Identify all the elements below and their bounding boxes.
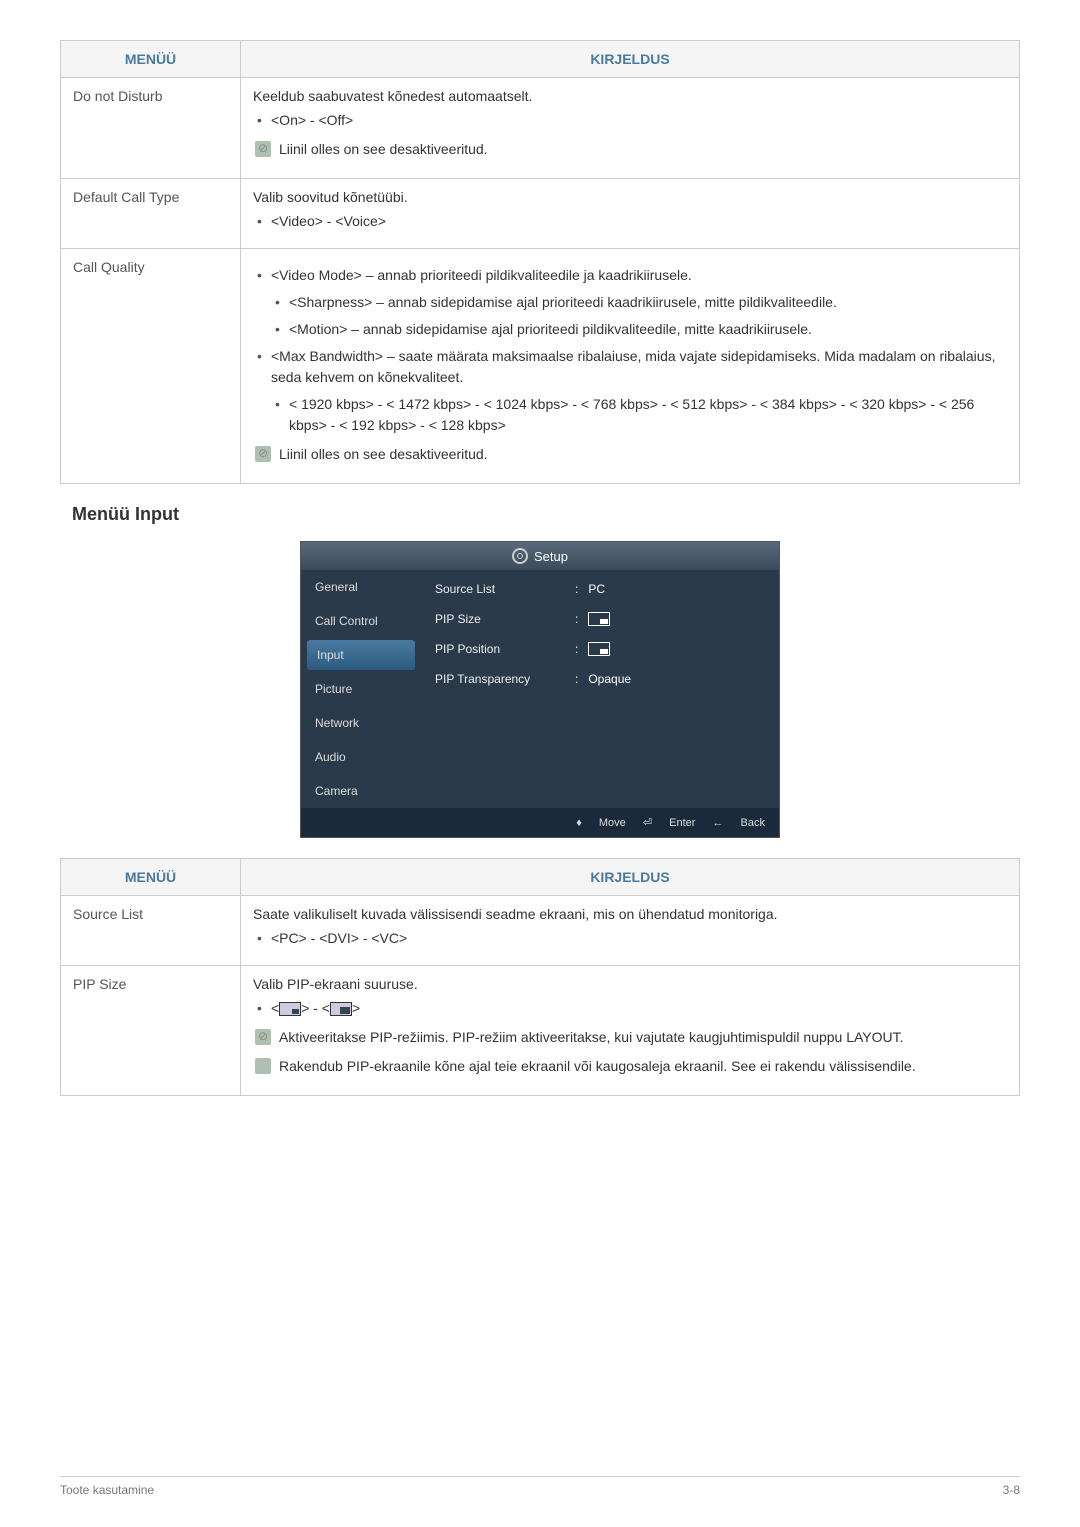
osd-nav: General Call Control Input Picture Netwo… [301, 570, 421, 808]
desc-cell: Valib PIP-ekraani suuruse. <> - <> ⊘Akti… [241, 966, 1020, 1096]
table-row: PIP Size Valib PIP-ekraani suuruse. <> -… [61, 966, 1020, 1096]
bullet-icons: <> - <> [253, 998, 1007, 1019]
pip-size-icon [588, 612, 610, 626]
gear-icon [512, 548, 528, 564]
desc-cell: Saate valikuliselt kuvada välissisendi s… [241, 896, 1020, 966]
osd-content: Source List PC PIP Size PIP Position PIP… [421, 570, 779, 808]
desc-text: Saate valikuliselt kuvada välissisendi s… [253, 906, 1007, 922]
osd-row[interactable]: PIP Position [421, 634, 779, 664]
menu-label: Call Quality [61, 249, 241, 484]
th-desc: KIRJELDUS [241, 859, 1020, 896]
pip-large-icon [330, 1002, 352, 1016]
desc-cell: Valib soovitud kõnetüübi. <Video> - <Voi… [241, 179, 1020, 249]
desc-cell: <Video Mode> – annab prioriteedi pildikv… [241, 249, 1020, 484]
note: ⊘Liinil olles on see desaktiveeritud. [253, 444, 1007, 465]
table-row: Call Quality <Video Mode> – annab priori… [61, 249, 1020, 484]
osd-nav-callcontrol[interactable]: Call Control [301, 604, 421, 638]
bullet: <Video> - <Voice> [253, 211, 1007, 232]
sub-bullet: < 1920 kbps> - < 1472 kbps> - < 1024 kbp… [271, 394, 1007, 436]
page-footer: Toote kasutamine 3-8 [60, 1476, 1020, 1497]
osd-row-label: PIP Position [435, 642, 575, 656]
menu-label: PIP Size [61, 966, 241, 1096]
desc-text: Valib soovitud kõnetüübi. [253, 189, 1007, 205]
bullet: <PC> - <DVI> - <VC> [253, 928, 1007, 949]
note-icon: ⊘ [258, 444, 268, 462]
note: ⊘Liinil olles on see desaktiveeritud. [253, 139, 1007, 160]
osd-row-value: Opaque [575, 672, 631, 686]
note-icon: ⊘ [258, 139, 268, 157]
osd-row-value: PC [575, 582, 605, 596]
osd-hint-enter: ⏎ Enter [643, 817, 696, 829]
osd-row[interactable]: PIP Transparency Opaque [421, 664, 779, 694]
osd-title-text: Setup [534, 549, 568, 564]
desc-text: Valib PIP-ekraani suuruse. [253, 976, 1007, 992]
osd-nav-input[interactable]: Input [307, 640, 415, 670]
section-heading: Menüü Input [72, 504, 1020, 525]
pip-small-icon [279, 1002, 301, 1016]
osd-title-bar: Setup [301, 542, 779, 570]
sub-bullet: <Motion> – annab sidepidamise ajal prior… [271, 319, 1007, 340]
th-menu: MENÜÜ [61, 41, 241, 78]
osd-nav-camera[interactable]: Camera [301, 774, 421, 808]
table-row: Default Call Type Valib soovitud kõnetüü… [61, 179, 1020, 249]
th-menu: MENÜÜ [61, 859, 241, 896]
pip-position-icon [588, 642, 610, 656]
table-row: Source List Saate valikuliselt kuvada vä… [61, 896, 1020, 966]
osd-nav-audio[interactable]: Audio [301, 740, 421, 774]
bullet: <On> - <Off> [253, 110, 1007, 131]
osd-row[interactable]: PIP Size [421, 604, 779, 634]
osd-row-label: PIP Transparency [435, 672, 575, 686]
osd-footer: ♦ Move ⏎ Enter ← Back [301, 808, 779, 837]
menu-label: Default Call Type [61, 179, 241, 249]
osd-hint-move: ♦ Move [576, 817, 626, 829]
osd-nav-general[interactable]: General [301, 570, 421, 604]
desc-cell: Keeldub saabuvatest kõnedest automaatsel… [241, 78, 1020, 179]
bullet: <Max Bandwidth> – saate määrata maksimaa… [253, 346, 1007, 388]
osd-row-value [575, 612, 610, 626]
osd-setup-screenshot: Setup General Call Control Input Picture… [300, 541, 780, 838]
note: Rakendub PIP-ekraanile kõne ajal teie ek… [253, 1056, 1007, 1077]
note: ⊘Aktiveeritakse PIP-režiimis. PIP-režiim… [253, 1027, 1007, 1048]
osd-row-value [575, 642, 610, 656]
bullet: <Video Mode> – annab prioriteedi pildikv… [253, 265, 1007, 286]
table-row: Do not Disturb Keeldub saabuvatest kõned… [61, 78, 1020, 179]
osd-row-label: PIP Size [435, 612, 575, 626]
desc-text: Keeldub saabuvatest kõnedest automaatsel… [253, 88, 1007, 104]
menu-label: Source List [61, 896, 241, 966]
footer-left: Toote kasutamine [60, 1483, 154, 1497]
table-call-control: MENÜÜ KIRJELDUS Do not Disturb Keeldub s… [60, 40, 1020, 484]
note-icon: ⊘ [258, 1027, 268, 1045]
th-desc: KIRJELDUS [241, 41, 1020, 78]
menu-label: Do not Disturb [61, 78, 241, 179]
osd-row[interactable]: Source List PC [421, 574, 779, 604]
sub-bullet: <Sharpness> – annab sidepidamise ajal pr… [271, 292, 1007, 313]
osd-nav-picture[interactable]: Picture [301, 672, 421, 706]
osd-nav-network[interactable]: Network [301, 706, 421, 740]
osd-hint-back: ← Back [712, 817, 765, 829]
table-input: MENÜÜ KIRJELDUS Source List Saate valiku… [60, 858, 1020, 1096]
footer-right: 3-8 [1003, 1483, 1020, 1497]
osd-row-label: Source List [435, 582, 575, 596]
